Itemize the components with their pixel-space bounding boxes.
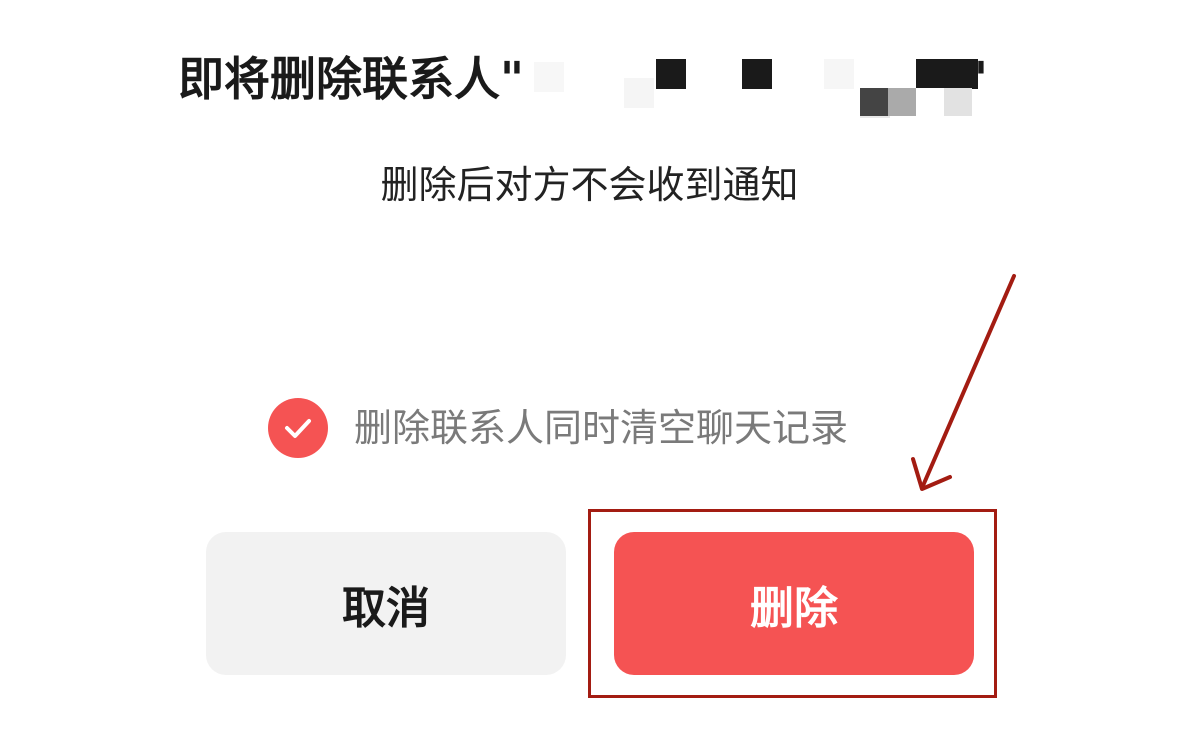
open-quote: " <box>500 52 524 106</box>
redaction-pixel <box>741 59 772 89</box>
redaction-pixel <box>623 78 654 108</box>
cancel-button[interactable]: 取消 <box>206 532 566 675</box>
dialog-title: 即将删除联系人 <box>178 52 500 106</box>
checkbox-label: 删除联系人同时清空聊天记录 <box>354 406 849 450</box>
dialog-title-row: 即将删除联系人 " " <box>178 48 988 118</box>
redaction-pixel <box>887 88 916 116</box>
dialog-subtitle: 删除后对方不会收到通知 <box>380 163 799 207</box>
redaction-pixel <box>823 59 854 89</box>
redacted-contact-name <box>524 48 978 118</box>
checkmark-icon[interactable] <box>268 398 328 458</box>
redaction-pixel <box>655 59 686 89</box>
clear-chat-history-checkbox[interactable]: 删除联系人同时清空聊天记录 <box>268 398 848 458</box>
redaction-pixel <box>915 88 944 116</box>
redaction-pixel <box>915 59 978 89</box>
delete-button[interactable]: 删除 <box>614 532 974 675</box>
redaction-pixel <box>533 62 564 92</box>
redaction-pixel <box>943 88 972 116</box>
delete-contact-dialog: 即将删除联系人 " " 删除后对方不会收到通知 删除联系人同时清空聊天记录 取消… <box>0 0 1179 729</box>
redaction-pixel <box>859 88 888 116</box>
